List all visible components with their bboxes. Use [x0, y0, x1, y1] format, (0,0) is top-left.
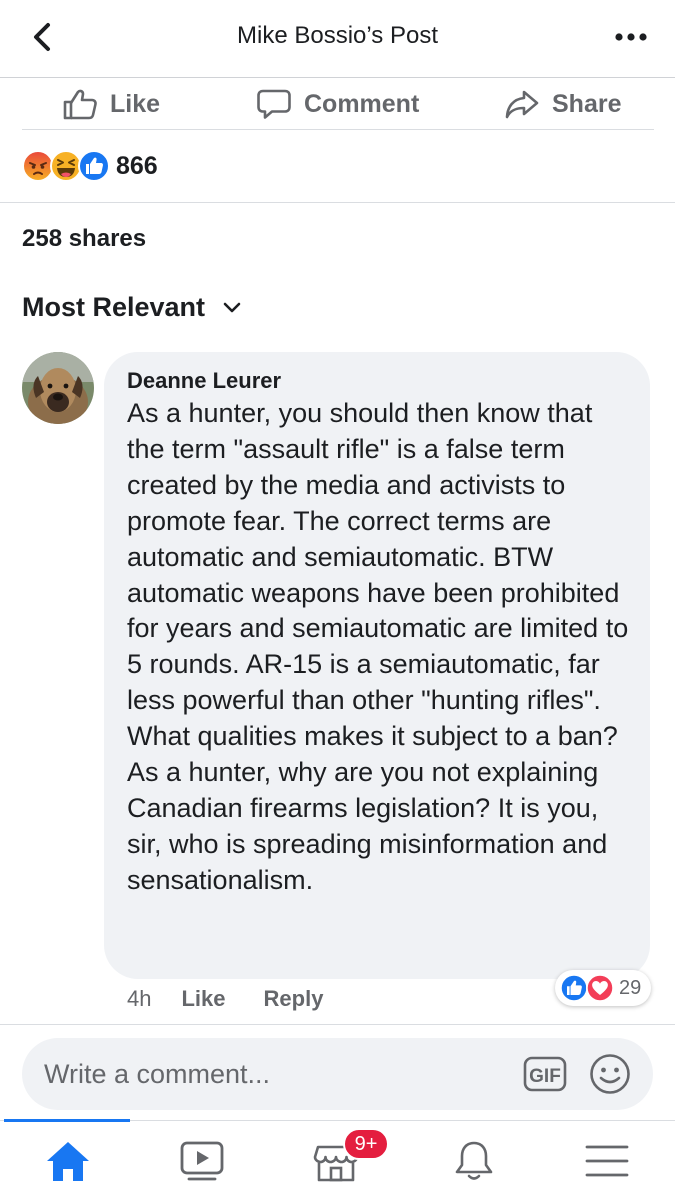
comment-timestamp[interactable]: 4h	[127, 986, 151, 1012]
reactions-summary[interactable]: 866	[22, 140, 158, 192]
watch-icon	[180, 1141, 224, 1181]
thumbs-up-icon	[63, 89, 97, 120]
comment-label: Comment	[304, 89, 420, 118]
comment-reaction-count: 29	[619, 976, 642, 999]
sort-label: Most Relevant	[22, 292, 206, 322]
divider	[0, 202, 675, 203]
bottom-tab-bar	[0, 1119, 675, 1200]
tab-notifications[interactable]	[444, 1131, 504, 1191]
chevron-down-icon	[223, 302, 241, 312]
share-arrow-icon	[505, 90, 539, 119]
love-icon	[586, 974, 614, 1002]
comment-bubble-icon	[257, 89, 291, 119]
smiley-icon	[590, 1054, 630, 1094]
more-options-button[interactable]	[613, 24, 649, 50]
gif-button[interactable]: GIF	[522, 1054, 568, 1094]
comment-like-button[interactable]: Like	[181, 986, 225, 1012]
reaction-icons	[22, 150, 110, 182]
share-button[interactable]: Share	[504, 78, 621, 130]
comment-button[interactable]: Comment	[256, 78, 419, 130]
comment-composer: GIF	[22, 1038, 653, 1110]
tab-menu[interactable]	[577, 1131, 637, 1191]
post-actions-bar: Like Comment Share	[22, 78, 654, 130]
gif-label: GIF	[529, 1066, 561, 1087]
page-title: Mike Bossio’s Post	[237, 22, 438, 49]
comment-meta: 4h Like Reply	[127, 984, 323, 1014]
active-tab-indicator	[4, 1119, 130, 1122]
gif-icon: GIF	[523, 1056, 567, 1092]
post-header: Mike Bossio’s Post	[0, 0, 675, 78]
avatar[interactable]	[22, 352, 94, 424]
notifications-icon	[455, 1141, 493, 1180]
menu-icon	[585, 1145, 629, 1177]
like-label: Like	[110, 89, 161, 118]
marketplace-badge: 9+	[343, 1128, 389, 1160]
comment-author[interactable]: Deanne Leurer	[127, 368, 281, 394]
comment-bubble: Deanne Leurer As a hunter, you should th…	[104, 352, 650, 979]
comment-reaction-icons	[559, 974, 615, 1002]
tab-watch[interactable]	[172, 1131, 232, 1191]
reaction-count: 866	[116, 151, 158, 180]
comment-reply-button[interactable]: Reply	[264, 986, 324, 1012]
divider	[0, 1024, 675, 1025]
home-icon	[47, 1142, 89, 1181]
comment-text: As a hunter, you should then know that t…	[127, 398, 629, 895]
tab-home[interactable]	[38, 1131, 98, 1191]
share-label: Share	[552, 89, 622, 118]
dog-avatar-image	[22, 352, 94, 424]
more-horizontal-icon	[615, 33, 647, 41]
like-icon	[78, 150, 110, 182]
shares-count[interactable]: 258 shares	[22, 225, 146, 253]
comment-sort-dropdown[interactable]: Most Relevant	[22, 292, 241, 323]
comment-reactions[interactable]: 29	[555, 970, 651, 1006]
emoji-button[interactable]	[588, 1052, 632, 1096]
like-button[interactable]: Like	[62, 78, 160, 130]
comment-input[interactable]	[44, 1052, 514, 1096]
